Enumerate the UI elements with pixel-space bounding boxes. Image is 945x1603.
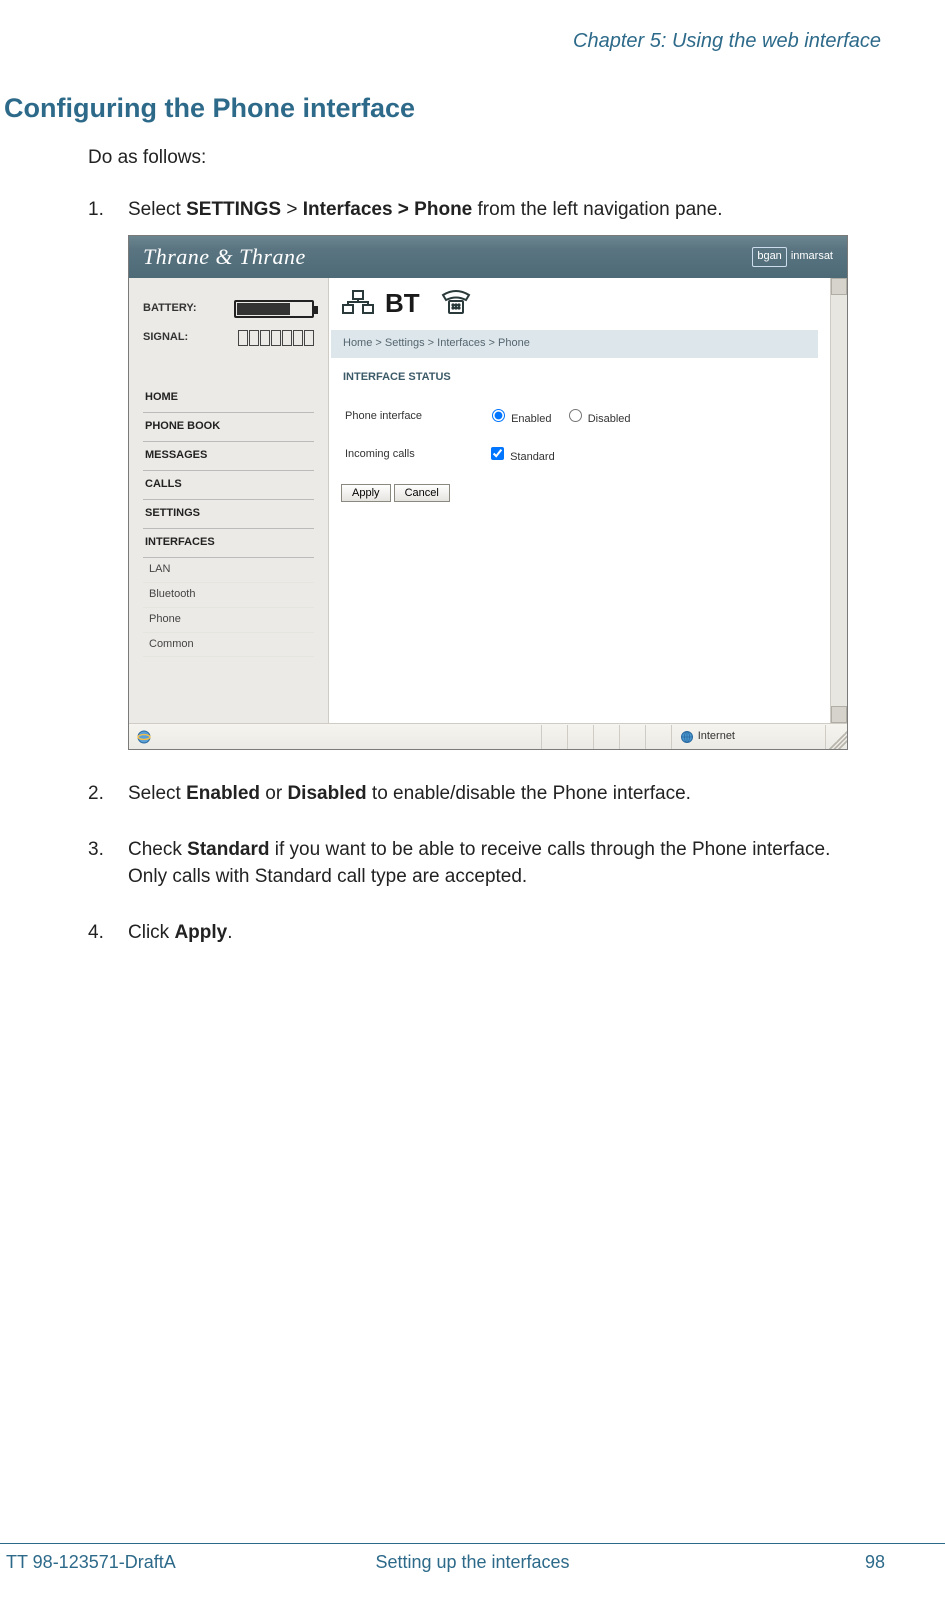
step-4: Click Apply. [88,919,845,947]
scrollbar[interactable] [830,278,847,723]
nav-settings[interactable]: SETTINGS [143,500,314,529]
nav-messages[interactable]: MESSAGES [143,442,314,471]
apply-button[interactable]: Apply [341,484,391,502]
intro-text: Do as follows: [88,144,845,172]
step1-post: from the left navigation pane. [472,199,722,220]
radio-enabled[interactable] [492,409,505,422]
step1-settings: SETTINGS [186,199,281,220]
step-1: Select SETTINGS > Interfaces > Phone fro… [88,196,845,751]
icon-bar: BT [329,278,830,328]
scroll-up-icon[interactable] [831,278,847,295]
radio-disabled-label[interactable]: Disabled [564,413,631,425]
step2-disabled: Disabled [287,783,366,804]
step2-post: to enable/disable the Phone interface. [367,783,691,804]
screenshot-web-interface: Thrane & Thrane bgan inmarsat BATTERY: [128,235,848,750]
nav-sub-bluetooth[interactable]: Bluetooth [143,583,314,608]
step-2: Select Enabled or Disabled to enable/dis… [88,780,845,808]
panel-heading: INTERFACE STATUS [343,370,818,386]
svg-text:BT: BT [385,288,420,318]
section-title: Configuring the Phone interface [4,93,885,124]
phone-icon[interactable] [439,289,473,317]
bluetooth-icon[interactable]: BT [385,288,429,318]
nav-home[interactable]: HOME [143,384,314,413]
security-zone-text: Internet [698,729,735,745]
row-incoming-label: Incoming calls [343,440,483,476]
radio-disabled[interactable] [569,409,582,422]
brand-logo: Thrane & Thrane [143,241,306,273]
step1-sep1: > [281,199,303,220]
step1-pre: Select [128,199,186,220]
step3-standard: Standard [187,839,269,860]
page-footer: TT 98-123571-DraftA Setting up the inter… [0,1543,945,1573]
row-phone-interface-label: Phone interface [343,402,483,438]
step2-pre: Select [128,783,186,804]
lan-icon[interactable] [341,289,375,317]
step4-pre: Click [128,922,174,943]
step4-post: . [227,922,232,943]
signal-icon [238,330,314,346]
logo-bgan: bgan [752,247,786,267]
left-sidebar: BATTERY: SIGNAL: HOME PHONE BOOK [129,278,329,723]
content-pane: BT Home > Settings > Interfaces > Phone … [329,278,830,723]
step2-enabled: Enabled [186,783,260,804]
banner: Thrane & Thrane bgan inmarsat [129,236,847,278]
logo-inmarsat: inmarsat [791,249,833,265]
nav-calls[interactable]: CALLS [143,471,314,500]
radio-enabled-label[interactable]: Enabled [487,413,551,425]
step2-mid: or [260,783,287,804]
nav-phone-book[interactable]: PHONE BOOK [143,413,314,442]
cancel-button[interactable]: Cancel [394,484,450,502]
radio-enabled-text: Enabled [511,413,551,425]
nav-sub-common[interactable]: Common [143,633,314,658]
footer-section: Setting up the interfaces [0,1552,945,1573]
step-3: Check Standard if you want to be able to… [88,836,845,891]
breadcrumb: Home > Settings > Interfaces > Phone [331,330,818,358]
chapter-header: Chapter 5: Using the web interface [0,30,885,53]
globe-icon [680,730,694,744]
check-standard[interactable] [491,447,504,460]
scroll-down-icon[interactable] [831,706,847,723]
security-zone: Internet [671,725,825,749]
nav-interfaces[interactable]: INTERFACES [143,529,314,558]
nav-sub-lan[interactable]: LAN [143,558,314,583]
ie-icon [133,728,155,746]
step1-path: Interfaces > Phone [303,199,472,220]
step4-apply: Apply [174,922,227,943]
signal-label: SIGNAL: [143,330,188,346]
browser-statusbar: Internet [129,723,847,749]
partner-logos: bgan inmarsat [752,247,833,267]
check-standard-label[interactable]: Standard [487,451,555,463]
battery-label: BATTERY: [143,301,197,317]
nav-sub-phone[interactable]: Phone [143,608,314,633]
check-standard-text: Standard [510,451,555,463]
radio-disabled-text: Disabled [588,413,631,425]
step3-pre: Check [128,839,187,860]
battery-icon [234,300,314,318]
resize-grip-icon[interactable] [825,725,847,749]
